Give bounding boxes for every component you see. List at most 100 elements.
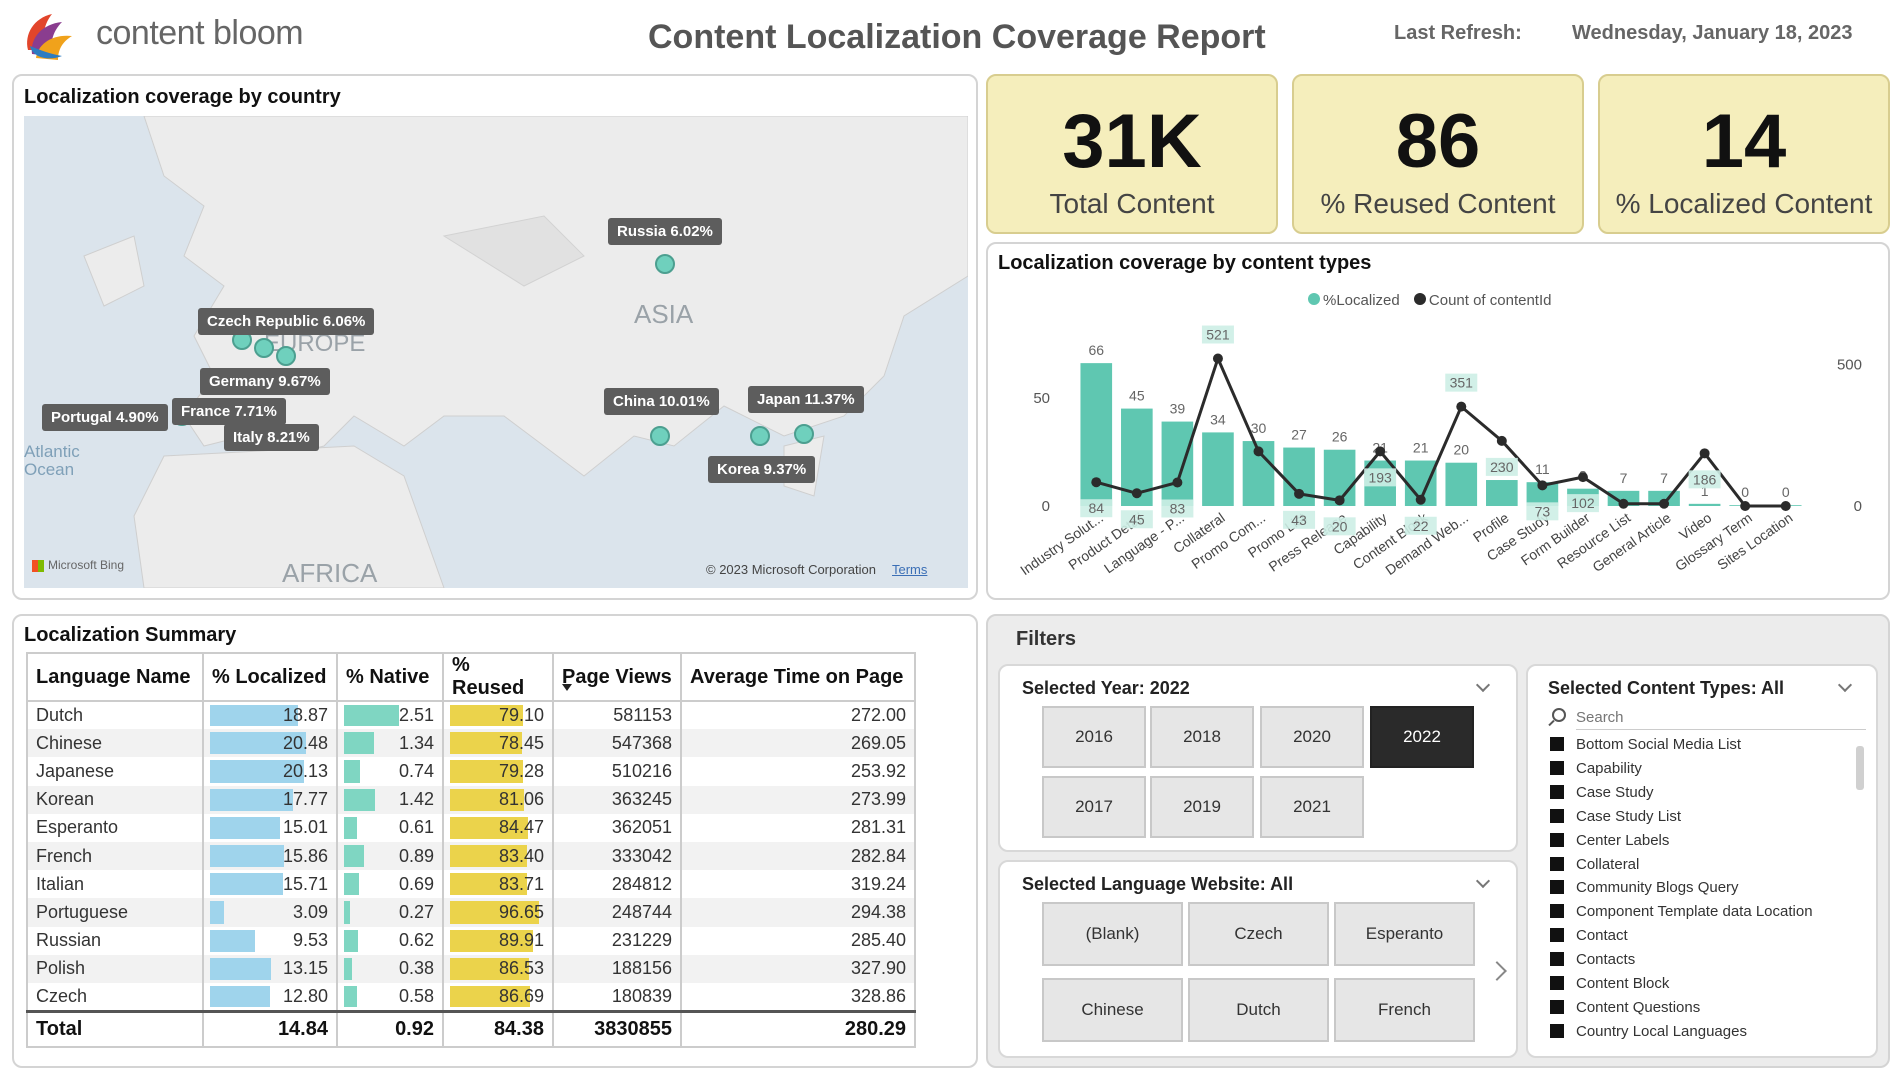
map-visual[interactable]: ASIA EUROPE AFRICA Atlantic Ocean Micros… (24, 116, 968, 588)
table-row[interactable]: Dutch 18.87 2.51 79.10 581153 272.00 (27, 701, 916, 730)
col-reused[interactable]: % Reused (443, 653, 554, 701)
cell-page-views-value: 180839 (611, 985, 672, 1006)
year-2018-button[interactable]: 2018 (1150, 706, 1254, 768)
year-2022-button[interactable]: 2022 (1370, 706, 1474, 768)
table-row[interactable]: Russian 9.53 0.62 89.91 231229 285.40 (27, 926, 916, 955)
line-data-label: 102 (1571, 495, 1595, 511)
checkbox-checked-icon[interactable] (1550, 832, 1564, 847)
content-type-item[interactable]: Center Labels (1550, 832, 1669, 852)
table-row[interactable]: Polish 13.15 0.38 86.53 188156 327.90 (27, 954, 916, 983)
bar-localized (1486, 480, 1518, 506)
combo-chart[interactable]: 050050066Industry Solut...45Product Deta… (986, 242, 1890, 598)
cell-average-time-value: 281.31 (850, 817, 906, 838)
content-type-item[interactable]: Case Study (1550, 784, 1654, 804)
checkbox-checked-icon[interactable] (1550, 928, 1564, 943)
content-type-item[interactable]: Bottom Social Media List (1550, 736, 1741, 756)
col-page-views[interactable]: Page Views (553, 653, 682, 701)
language-french-button[interactable]: French (1334, 978, 1475, 1042)
bar-data-label: 7 (1660, 470, 1668, 486)
line-count-point (1334, 495, 1345, 506)
checkbox-checked-icon[interactable] (1550, 976, 1564, 990)
cell-localized-value: 20.48 (282, 732, 328, 753)
content-type-item[interactable]: Contacts (1550, 951, 1635, 971)
brand-name: content bloom (96, 14, 304, 52)
col-localized[interactable]: % Localized (203, 653, 338, 701)
table-row[interactable]: Italian 15.71 0.69 83.71 284812 319.24 (27, 870, 916, 899)
line-data-label: 73 (1535, 503, 1551, 519)
table-row[interactable]: French 15.86 0.89 83.40 333042 282.84 (27, 841, 916, 871)
checkbox-checked-icon[interactable] (1550, 760, 1564, 775)
content-type-item[interactable]: Component Template data Location (1550, 903, 1813, 923)
table-row[interactable]: Chinese 20.48 1.34 78.45 547368 269.05 (27, 729, 916, 758)
checkbox-checked-icon[interactable] (1550, 784, 1564, 799)
map-pin-china[interactable] (650, 426, 670, 446)
table-row[interactable]: Czech 12.80 0.58 86.69 180839 328.86 (27, 982, 916, 1012)
summary-table: Language Name % Localized % Native % Reu… (26, 652, 916, 1049)
language-chinese-button[interactable]: Chinese (1042, 978, 1183, 1042)
year-2016-button[interactable]: 2016 (1042, 706, 1146, 768)
content-type-item[interactable]: Collateral (1550, 856, 1639, 876)
cell-native: 0.38 (337, 954, 444, 983)
summary-title: Localization Summary (24, 624, 237, 646)
checkbox-checked-icon[interactable] (1550, 808, 1564, 823)
col-native[interactable]: % Native (337, 653, 444, 701)
cell-average-time: 272.00 (681, 701, 916, 730)
checkbox-checked-icon[interactable] (1550, 1023, 1564, 1038)
table-row[interactable]: Portuguese 3.09 0.27 96.65 248744 294.38 (27, 898, 916, 927)
map-pin-korea[interactable] (750, 426, 770, 446)
cell-reused-value: 96.65 (498, 901, 544, 922)
year-2017-button[interactable]: 2017 (1042, 776, 1146, 838)
checkbox-checked-icon[interactable] (1550, 904, 1564, 919)
table-row[interactable]: Japanese 20.13 0.74 79.28 510216 253.92 (27, 757, 916, 786)
content-type-item[interactable]: Community Blogs Query (1550, 879, 1739, 899)
content-types-search-input[interactable] (1576, 706, 1866, 730)
cell-language: Chinese (27, 729, 204, 758)
cell-language-value: Italian (36, 873, 85, 894)
content-type-label: Center Labels (1576, 831, 1670, 849)
cell-page-views-value: 362051 (611, 817, 672, 838)
col-language-name[interactable]: Language Name (27, 653, 204, 701)
language-dutch-button[interactable]: Dutch (1188, 978, 1329, 1042)
content-type-item[interactable]: Content Block (1550, 975, 1669, 995)
table-row[interactable]: Esperanto 15.01 0.61 84.47 362051 281.31 (27, 813, 916, 842)
cell-reused-value: 86.53 (498, 958, 544, 979)
content-type-item[interactable]: Content Questions (1550, 999, 1700, 1019)
content-types-scrollbar[interactable] (1856, 746, 1864, 790)
cell-reused: 79.28 (443, 757, 554, 786)
line-count-point (1212, 353, 1223, 364)
content-type-item[interactable]: Capability (1550, 760, 1642, 780)
checkbox-checked-icon[interactable] (1550, 856, 1564, 871)
year-2021-button[interactable]: 2021 (1260, 776, 1364, 838)
map-pin-japan[interactable] (794, 424, 814, 444)
map-pin-poland[interactable] (276, 346, 296, 366)
cell-native: 0.89 (337, 841, 444, 871)
content-type-item[interactable]: Country Local Languages (1550, 1023, 1747, 1043)
content-type-item[interactable]: Case Study List (1550, 808, 1681, 828)
checkbox-checked-icon[interactable] (1550, 737, 1564, 751)
checkbox-checked-icon[interactable] (1550, 999, 1564, 1014)
checkbox-checked-icon[interactable] (1550, 952, 1564, 967)
language-esperanto-button[interactable]: Esperanto (1334, 902, 1475, 966)
line-data-label: 45 (1129, 511, 1145, 527)
world-map-shape (24, 116, 968, 588)
language-blank-button[interactable]: (Blank) (1042, 902, 1183, 966)
content-type-item[interactable]: Contact (1550, 927, 1628, 947)
sort-descending-icon (562, 684, 572, 691)
cell-reused: 79.10 (443, 701, 554, 730)
cell-language-value: Chinese (36, 732, 103, 753)
language-czech-button[interactable]: Czech (1188, 902, 1329, 966)
year-2019-button[interactable]: 2019 (1150, 776, 1254, 838)
year-2020-button[interactable]: 2020 (1260, 706, 1364, 768)
col-average-time[interactable]: Average Time on Page (681, 653, 916, 701)
map-terms-link[interactable]: Terms (892, 562, 927, 577)
line-count-point (1253, 446, 1264, 457)
map-pin-russia[interactable] (655, 254, 675, 274)
cell-localized-bar (210, 901, 225, 924)
map-pin-germany[interactable] (254, 338, 274, 358)
y-right-tick: 500 (1837, 356, 1862, 373)
line-data-label: 521 (1206, 327, 1230, 343)
checkbox-checked-icon[interactable] (1550, 880, 1564, 895)
table-row[interactable]: Korean 17.77 1.42 81.06 363245 273.99 (27, 785, 916, 814)
content-type-label: Content Questions (1576, 998, 1701, 1016)
cell-average-time-value: 327.90 (850, 958, 906, 979)
